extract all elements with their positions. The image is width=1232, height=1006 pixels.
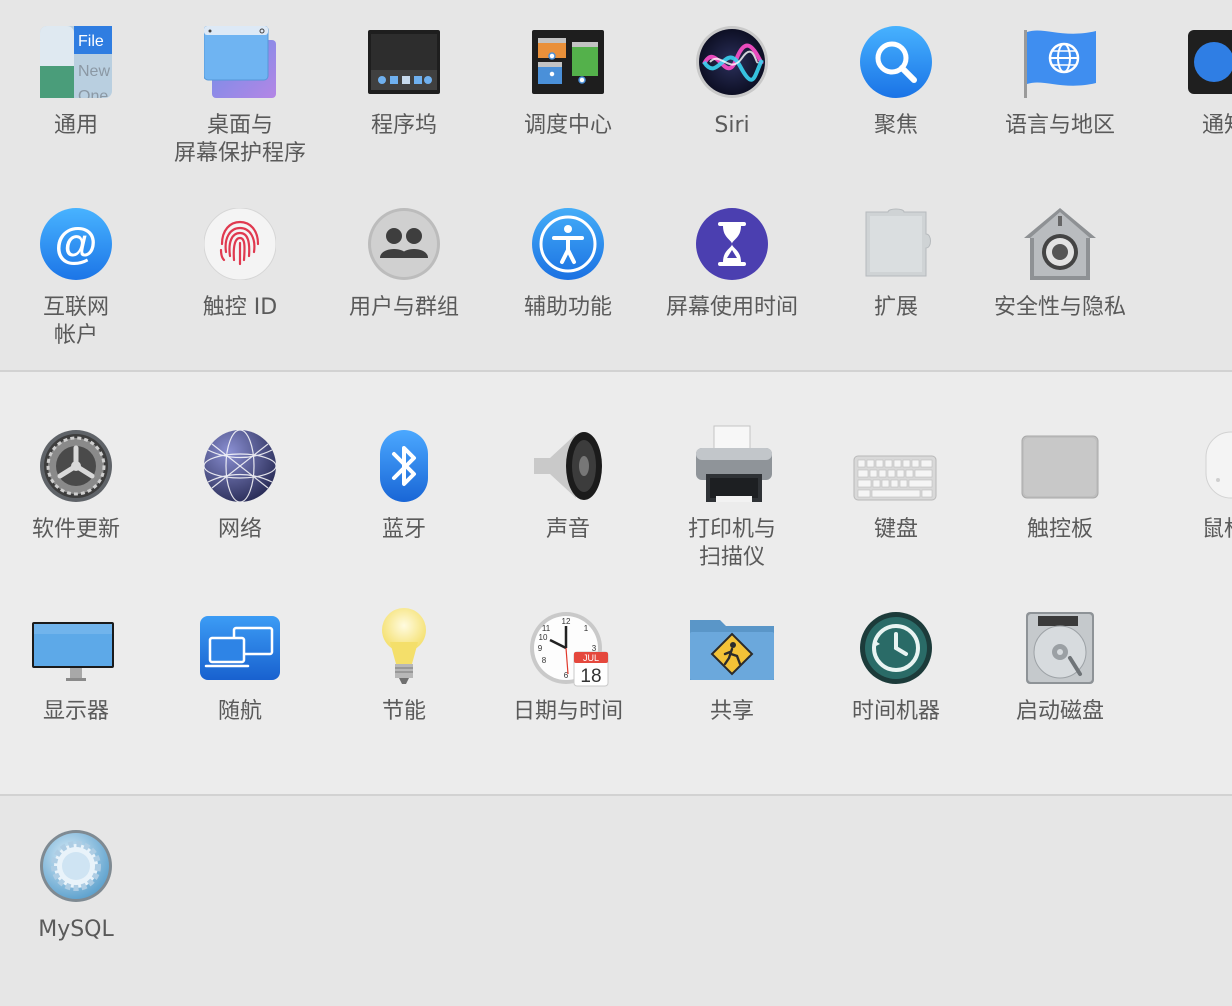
internet-accounts-icon: @ — [40, 208, 112, 280]
siri-icon — [696, 26, 768, 98]
mouse-icon — [1188, 430, 1232, 502]
dock-icon — [368, 26, 440, 98]
pane-label: 时间机器 — [851, 699, 940, 724]
pane-label: 用户与群组 — [348, 295, 459, 320]
pane-label: 触控 ID — [202, 295, 278, 320]
pane-label: 显示器 — [42, 699, 109, 724]
pane-label: 蓝牙 — [381, 517, 426, 542]
time-machine-icon — [860, 612, 932, 684]
pane-label: 互联网 帐户 — [42, 295, 109, 348]
accessibility-icon — [532, 208, 604, 280]
startup-disk-icon — [1024, 612, 1096, 684]
svg-text:10: 10 — [539, 633, 548, 642]
language-region-icon — [1024, 26, 1096, 98]
svg-text:8: 8 — [542, 656, 547, 665]
pane-label: 鼠标 — [1201, 517, 1232, 542]
general-icon-file-text: File — [78, 33, 104, 50]
pane-label: 屏幕使用时间 — [665, 295, 798, 320]
keyboard-icon — [853, 430, 937, 502]
sharing-icon — [690, 612, 774, 684]
pane-label: 扩展 — [873, 295, 918, 320]
software-update-icon — [40, 430, 112, 502]
svg-text:12: 12 — [562, 617, 571, 626]
pane-label: MySQL — [38, 917, 114, 942]
pane-label: 启动磁盘 — [1015, 699, 1104, 724]
mysql-icon — [40, 830, 112, 902]
printers-scanners-icon — [696, 425, 772, 502]
pane-label: 随航 — [217, 699, 262, 724]
pane-label: 通知 — [1201, 113, 1232, 138]
sidecar-icon — [200, 612, 280, 684]
mission-control-icon — [532, 26, 604, 98]
pane-label: 触控板 — [1026, 517, 1093, 542]
pane-label: 程序坞 — [370, 113, 437, 138]
pane-label: 桌面与 屏幕保护程序 — [173, 113, 306, 166]
general-icon-new-text: New — [78, 63, 110, 80]
pane-label: 声音 — [545, 517, 590, 542]
desktop-screensaver-icon — [204, 26, 276, 98]
trackpad-icon — [1021, 430, 1099, 502]
security-privacy-icon — [1024, 208, 1096, 280]
date-time-icon-day: 18 — [580, 666, 601, 687]
displays-icon — [32, 612, 114, 684]
bluetooth-icon — [368, 430, 440, 502]
other-preferences-section — [0, 796, 1232, 1006]
users-groups-icon — [368, 208, 440, 280]
spotlight-icon — [860, 26, 932, 98]
date-time-icon-month: JUL — [583, 653, 599, 663]
network-icon — [204, 430, 276, 502]
pane-label: 调度中心 — [523, 113, 612, 138]
pane-label: 软件更新 — [31, 517, 120, 542]
svg-text:@: @ — [55, 219, 98, 268]
pane-label: 打印机与 扫描仪 — [687, 517, 776, 570]
pane-label: 辅助功能 — [523, 295, 612, 320]
general-icon: File New One — [40, 26, 112, 98]
pane-label: 语言与地区 — [1004, 113, 1115, 138]
pane-label: 聚焦 — [873, 113, 918, 138]
pane-label: 通用 — [53, 113, 98, 138]
svg-text:9: 9 — [538, 644, 543, 653]
pane-label: Siri — [714, 113, 750, 138]
general-icon-open-text: One — [78, 88, 108, 98]
sound-icon — [532, 430, 604, 502]
pane-label: 网络 — [217, 517, 262, 542]
svg-text:1: 1 — [584, 624, 589, 633]
pane-label: 节能 — [381, 699, 426, 724]
svg-text:11: 11 — [542, 624, 551, 633]
pane-label: 安全性与隐私 — [993, 295, 1126, 320]
extensions-icon — [860, 208, 932, 280]
notifications-icon — [1188, 26, 1232, 98]
energy-saver-icon — [368, 608, 440, 684]
pane-label: 共享 — [709, 699, 754, 724]
screen-time-icon — [696, 208, 768, 280]
pane-label: 键盘 — [873, 517, 918, 542]
touch-id-icon — [204, 208, 276, 280]
pane-label: 日期与时间 — [512, 699, 623, 724]
date-time-icon: 12 1 3 6 9 11 10 8 JUL 18 — [530, 612, 609, 687]
